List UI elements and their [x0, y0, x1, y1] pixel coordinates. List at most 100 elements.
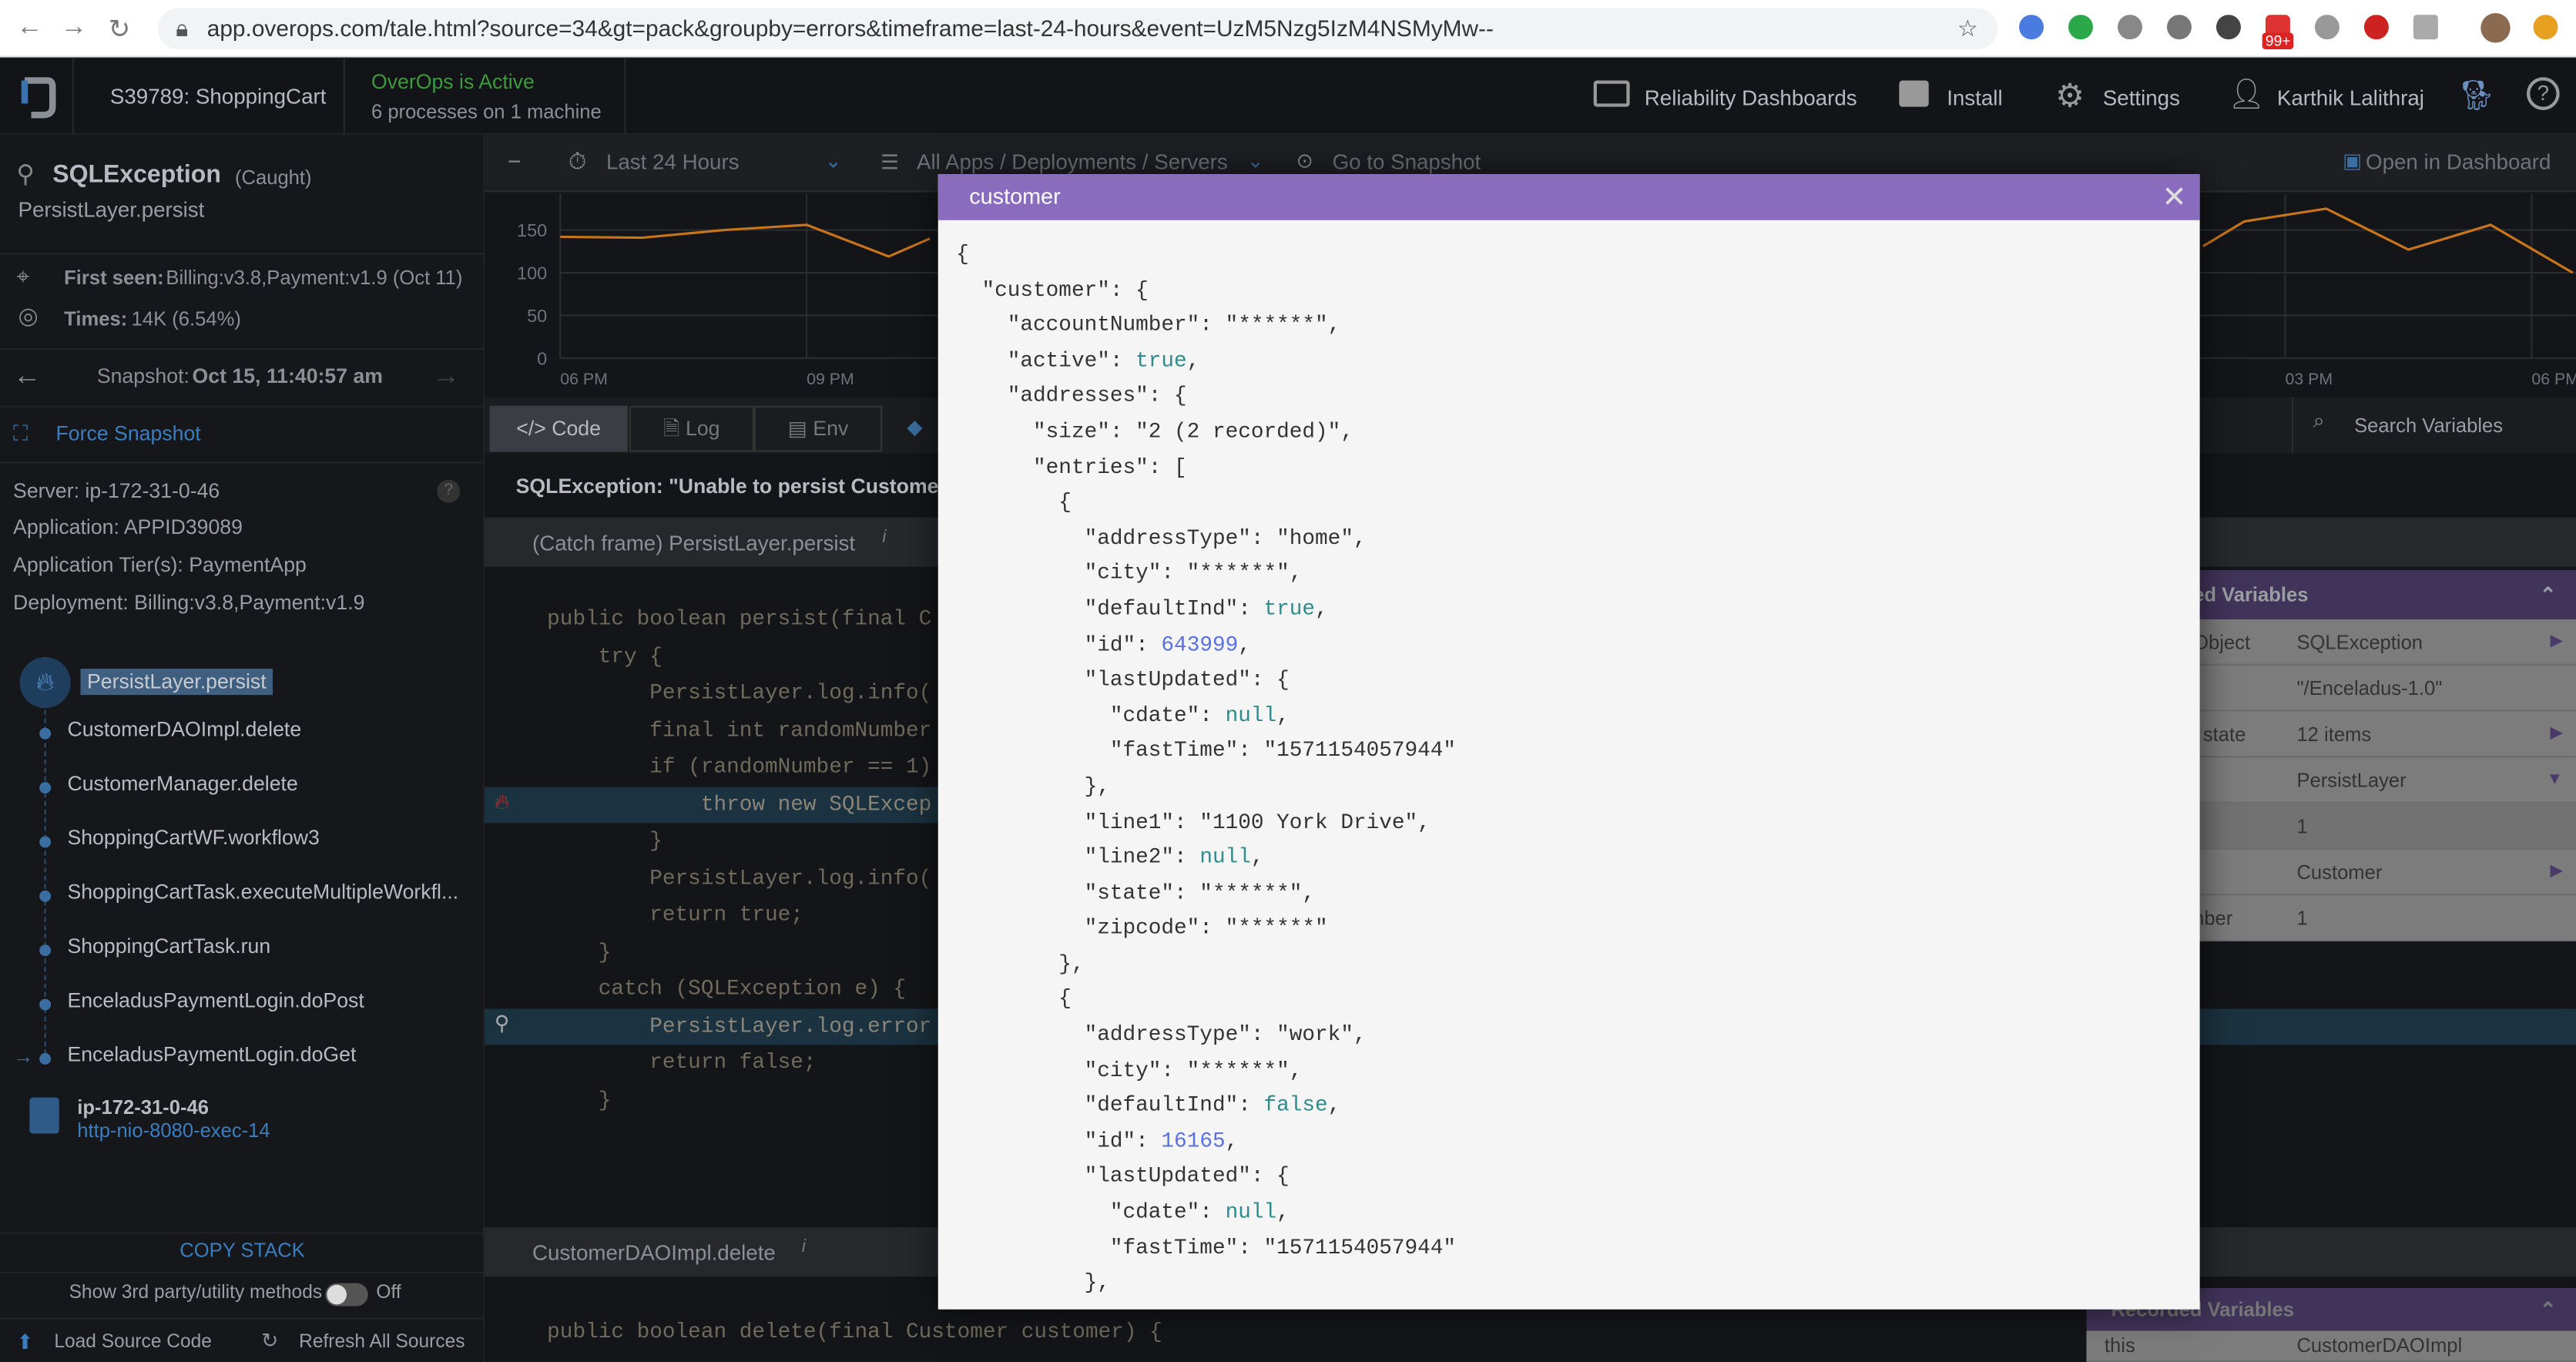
x-tick-label: 06 PM — [560, 370, 608, 388]
json-token: , — [1238, 632, 1251, 657]
code-line: final int randomNumber — [547, 716, 932, 742]
chevron-down-icon[interactable]: ⌄ — [825, 148, 842, 173]
goto-snapshot-button[interactable]: Go to Snapshot — [1333, 149, 1481, 174]
third-party-toggle[interactable] — [325, 1283, 368, 1307]
search-variables[interactable]: ⌕ Search Variables — [2292, 398, 2576, 454]
stack-frame[interactable]: EnceladusPaymentLogin.doGet — [67, 1043, 356, 1066]
chevron-up-icon[interactable]: ⌃ — [2540, 570, 2556, 619]
stack-frame[interactable]: ShoppingCartTask.executeMultipleWorkfl..… — [67, 881, 458, 904]
profile-avatar[interactable] — [2480, 13, 2511, 43]
event-location[interactable]: PersistLayer.persist — [18, 197, 204, 222]
stack-dot — [39, 782, 52, 794]
stack-frame[interactable]: CustomerManager.delete — [67, 772, 297, 795]
user-menu[interactable]: Karthik Lalithraj — [2277, 86, 2424, 110]
json-line: "fastTime": "1571154057944" — [956, 1230, 1456, 1266]
fire-icon: 🔥︎ — [494, 790, 510, 814]
previous-snapshot-icon[interactable]: ← — [13, 360, 41, 393]
code-line: try { — [547, 642, 662, 668]
next-snapshot-icon[interactable]: → — [432, 360, 460, 393]
json-line: "lastUpdated": { — [956, 1159, 1456, 1194]
tab-env[interactable]: ▤ Env — [753, 405, 883, 452]
extension-icon[interactable] — [2117, 15, 2142, 40]
y-tick-label: 100 — [517, 263, 547, 283]
tab-code[interactable]: </> Code — [489, 405, 628, 452]
extension-icon[interactable] — [2363, 15, 2389, 40]
json-token: "city": "******", — [956, 1057, 1303, 1082]
json-line: }, — [956, 1266, 1456, 1301]
diamond-icon[interactable]: ◆ — [907, 414, 923, 439]
json-token: "id": — [956, 632, 1162, 657]
stack-frame[interactable]: ShoppingCartTask.run — [67, 934, 270, 958]
event-sidebar: ⚲ SQLException (Caught) PersistLayer.per… — [0, 134, 485, 1362]
dog-icon[interactable]: 🐕︎ — [2457, 79, 2495, 113]
forward-icon[interactable]: → — [61, 13, 87, 42]
url-text: app.overops.com/tale.html?source=34&gt=p… — [206, 15, 1494, 42]
x-tick-label: 06 PM — [2531, 370, 2576, 388]
star-icon[interactable]: ☆ — [1957, 8, 1978, 49]
reliability-dashboards-link[interactable]: Reliability Dashboards — [1645, 86, 1857, 110]
info-icon[interactable]: i — [802, 1237, 806, 1257]
x-tick-label: 09 PM — [807, 370, 854, 388]
stopwatch-icon: ⏱ — [568, 147, 587, 175]
apps-select[interactable]: All Apps / Deployments / Servers — [917, 149, 1228, 174]
y-tick-label: 50 — [527, 306, 547, 326]
caret-right-icon[interactable]: ▶ — [2551, 850, 2563, 896]
extension-icon[interactable] — [2314, 15, 2340, 40]
help-icon[interactable]: ? — [437, 479, 461, 503]
caret-right-icon[interactable]: ▶ — [2551, 711, 2563, 757]
stack-dot — [39, 1053, 52, 1065]
open-dashboard-button[interactable]: Open in Dashboard — [2366, 149, 2551, 174]
variable-row[interactable]: this CustomerDAOImpl — [2086, 1330, 2576, 1362]
chevron-up-icon[interactable]: ⌃ — [2540, 1288, 2556, 1330]
json-token: , — [1276, 703, 1290, 728]
load-source-button[interactable]: Load Source Code — [54, 1333, 212, 1353]
stack-frame-active[interactable]: PersistLayer.persist — [80, 668, 273, 696]
stack-frame[interactable]: CustomerDAOImpl.delete — [67, 718, 301, 741]
app-header: S39789: ShoppingCart OverOps is Active 6… — [0, 57, 2576, 135]
extension-icon[interactable] — [2068, 15, 2093, 40]
copy-stack-button[interactable]: COPY STACK — [0, 1239, 485, 1262]
info-icon[interactable]: i — [882, 528, 886, 548]
json-token: "accountNumber": "******", — [956, 312, 1341, 337]
json-token: null — [1199, 844, 1251, 870]
json-token: , — [1250, 844, 1264, 870]
extension-icon[interactable] — [2166, 15, 2192, 40]
caret-right-icon[interactable]: ▶ — [2551, 619, 2563, 666]
variable-value: 1 — [2296, 907, 2308, 931]
status-subtext: 6 processes on 1 machine — [371, 100, 602, 123]
settings-link[interactable]: Settings — [2103, 86, 2180, 110]
target-icon: ◎ — [18, 302, 39, 329]
code-line: } — [547, 1086, 612, 1112]
json-line: "id": 643999, — [956, 627, 1456, 663]
overops-logo-icon[interactable] — [18, 74, 57, 120]
help-icon[interactable]: ? — [2527, 77, 2560, 110]
back-icon[interactable]: ← — [16, 13, 42, 42]
json-token: , — [1276, 1199, 1290, 1224]
close-icon[interactable]: ✕ — [2162, 174, 2186, 220]
tab-log[interactable]: 🗎︎ Log — [629, 405, 754, 452]
json-token: null — [1225, 703, 1277, 728]
json-token: , — [1315, 596, 1328, 622]
address-bar[interactable]: 🔒︎ app.overops.com/tale.html?source=34&gt… — [157, 8, 1998, 49]
caret-down-icon[interactable]: ▼ — [2547, 757, 2563, 803]
json-token: "id": — [956, 1128, 1162, 1153]
timeframe-select[interactable]: Last 24 Hours — [606, 149, 740, 174]
variable-value: Customer — [2296, 860, 2383, 884]
extension-icon[interactable] — [2533, 15, 2558, 40]
collapse-icon[interactable]: − — [508, 148, 521, 174]
extension-icon[interactable] — [2019, 15, 2044, 40]
force-snapshot-button[interactable]: Force Snapshot — [56, 422, 201, 445]
json-token: { — [956, 241, 969, 267]
reload-icon[interactable]: ↻ — [109, 13, 131, 46]
extension-icon[interactable] — [2413, 15, 2438, 40]
json-line: "size": "2 (2 recorded)", — [956, 414, 1456, 449]
stack-frame[interactable]: ShoppingCartWF.workflow3 — [67, 827, 319, 850]
thread-link[interactable]: http-nio-8080-exec-14 — [77, 1119, 270, 1142]
refresh-sources-button[interactable]: Refresh All Sources — [299, 1333, 465, 1353]
install-link[interactable]: Install — [1947, 86, 2002, 110]
chevron-down-icon[interactable]: ⌄ — [1247, 148, 1264, 173]
snapshot-label: Snapshot: — [96, 364, 190, 388]
app-name[interactable]: S39789: ShoppingCart — [110, 84, 327, 109]
extension-icon[interactable] — [2215, 15, 2241, 40]
stack-frame[interactable]: EnceladusPaymentLogin.doPost — [67, 989, 364, 1012]
